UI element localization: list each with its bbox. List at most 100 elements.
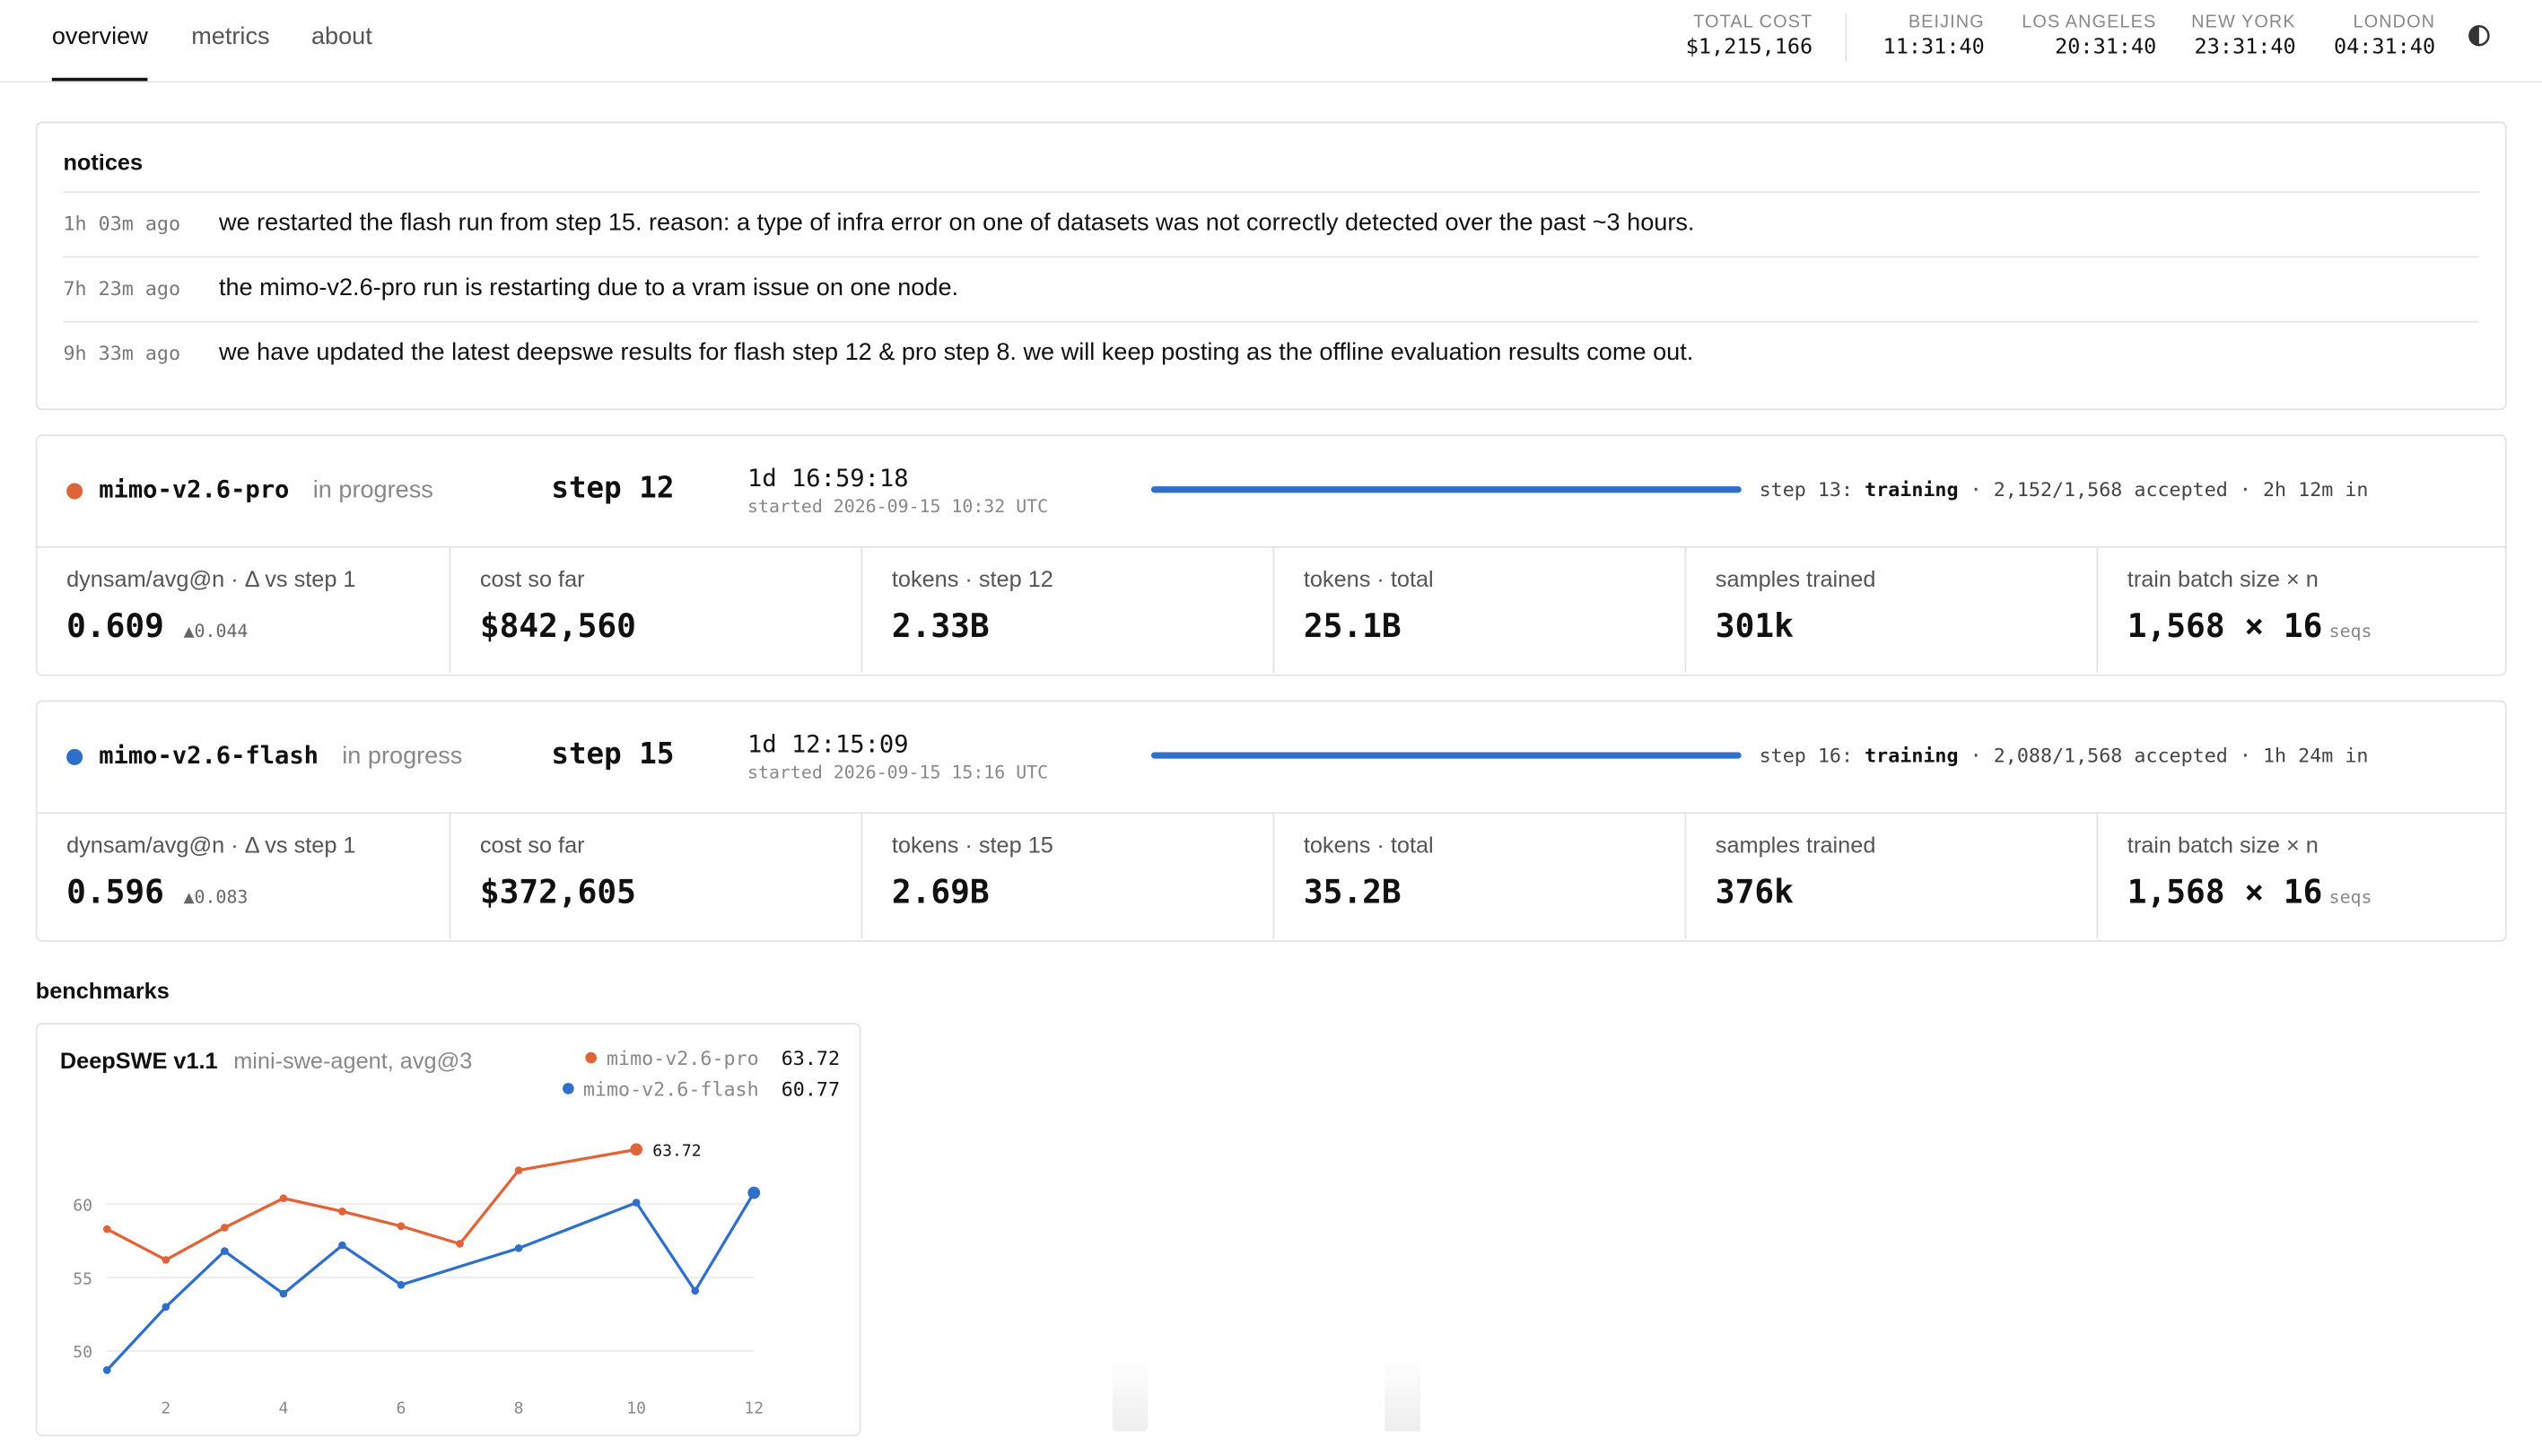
notice-message: the mimo-v2.6-pro run is restarting due …	[218, 274, 959, 302]
x-tick-label: 4	[278, 1399, 288, 1418]
blurred-element	[1385, 1356, 1420, 1432]
tab-about[interactable]: about	[311, 0, 372, 80]
data-point	[338, 1241, 346, 1250]
benchmarks-title: benchmarks	[35, 977, 170, 1004]
clock-value: 04:31:40	[2333, 35, 2436, 60]
metric-value: 35.2B	[1303, 872, 1402, 911]
metric-value: 25.1B	[1303, 606, 1402, 646]
benchmark-card-deepswe: DeepSWE v1.1 mini-swe-agent, avg@3 mimo-…	[35, 1023, 861, 1437]
data-point	[747, 1186, 761, 1199]
metric-label: train batch size × n	[2127, 831, 2319, 858]
run-metrics: dynsam/avg@n · Δ vs step 1 0.596 ▲0.083 c…	[38, 812, 2506, 939]
metric-label: dynsam/avg@n · Δ vs step 1	[66, 831, 356, 858]
data-point	[279, 1194, 288, 1202]
metric-value: $842,560	[479, 606, 636, 646]
half-circle-icon[interactable]	[2468, 24, 2490, 47]
run-started: started 2026-09-15 15:16 UTC	[747, 762, 1049, 783]
clock-value: 11:31:40	[1882, 35, 1985, 60]
metric-label: tokens · total	[1303, 565, 1434, 592]
run-card-pro: mimo-v2.6-pro in progress step 12 1d 16:…	[35, 434, 2507, 676]
run-progress-bar	[1150, 486, 1742, 493]
metric-value: 376k	[1715, 872, 1794, 911]
run-elapsed: 1d 16:59:18	[747, 463, 909, 493]
data-point	[338, 1208, 346, 1216]
clock-label: LOS ANGELES	[2022, 13, 2157, 33]
clock-beijing: BEIJING 11:31:40	[1883, 13, 1985, 61]
clock-value: 23:31:40	[2194, 35, 2296, 60]
data-point	[691, 1286, 700, 1295]
metric-samples: samples trained 376k	[1684, 812, 2098, 939]
data-point	[279, 1289, 288, 1298]
metric-tokens-total: tokens · total 25.1B	[1272, 545, 1686, 673]
data-point	[456, 1240, 464, 1248]
metric-label: train batch size × n	[2127, 565, 2319, 592]
tab-overview[interactable]: overview	[51, 0, 148, 82]
blurred-element	[1112, 1356, 1149, 1432]
x-tick-label: 12	[744, 1399, 764, 1418]
metric-tokens-step: tokens · step 12 2.33B	[860, 545, 1275, 673]
notice-time: 7h 23m ago	[63, 276, 181, 301]
clock-london: LONDON 04:31:40	[2334, 13, 2435, 61]
y-tick-label: 60	[73, 1196, 92, 1215]
x-tick-label: 2	[161, 1399, 170, 1418]
run-name: mimo-v2.6-flash	[99, 740, 319, 771]
notice-time: 1h 03m ago	[63, 212, 181, 236]
x-tick-label: 8	[514, 1399, 524, 1418]
status-dot-icon	[66, 483, 83, 500]
data-point	[632, 1199, 641, 1207]
notice-message: we restarted the flash run from step 15.…	[218, 209, 1695, 237]
metric-batch-size: train batch size × n 1,568 × 16 seqs	[2096, 545, 2506, 673]
metric-batch-size: train batch size × n 1,568 × 16 seqs	[2096, 812, 2506, 939]
header-divider	[1845, 13, 1848, 62]
metric-dynsam: dynsam/avg@n · Δ vs step 1 0.596 ▲0.083	[38, 812, 450, 938]
run-status: step 16: training · 2,088/1,568 accepted…	[1759, 744, 2369, 767]
run-header: mimo-v2.6-pro in progress step 12 1d 16:…	[37, 436, 2505, 548]
notice-time: 9h 33m ago	[63, 342, 181, 365]
metric-value: 301k	[1715, 606, 1794, 646]
metric-value: 0.609 ▲0.044	[66, 606, 249, 646]
deepswe-line-chart: 50 55 60 2 4 6 8 10 12 63.72	[73, 1142, 764, 1418]
data-point	[162, 1256, 170, 1264]
metric-value: 1,568 × 16 seqs	[2127, 872, 2372, 911]
metric-cost: cost so far $372,605	[449, 812, 863, 939]
run-started: started 2026-09-15 10:32 UTC	[747, 495, 1049, 518]
data-point	[221, 1247, 229, 1255]
x-tick-label: 10	[626, 1399, 646, 1418]
run-step: step 12	[551, 471, 675, 506]
top-bar: overview metrics about TOTAL COST $1,215…	[0, 0, 2542, 83]
run-state: in progress	[312, 476, 433, 504]
data-point	[514, 1166, 523, 1174]
run-header: mimo-v2.6-flash in progress step 15 1d 1…	[37, 702, 2505, 815]
metric-cost: cost so far $842,560	[449, 545, 863, 673]
clock-value: 20:31:40	[2055, 35, 2157, 60]
clock-label: BEIJING	[1908, 13, 1985, 33]
metric-label: tokens · total	[1303, 831, 1434, 858]
clock-label: LONDON	[2353, 13, 2436, 33]
notices-card: notices 1h 03m ago we restarted the flas…	[35, 121, 2507, 411]
data-point	[102, 1365, 111, 1374]
metric-tokens-step: tokens · step 15 2.69B	[860, 812, 1275, 939]
metric-label: tokens · step 12	[891, 565, 1053, 592]
metric-value: 0.596 ▲0.083	[66, 872, 249, 911]
total-cost-value: $1,215,166	[1685, 35, 1813, 60]
metric-label: cost so far	[479, 565, 585, 592]
data-point	[221, 1224, 229, 1232]
x-tick-label: 6	[397, 1399, 406, 1418]
metric-value: $372,605	[479, 872, 636, 911]
tab-metrics[interactable]: metrics	[191, 0, 269, 80]
total-cost-stat: TOTAL COST $1,215,166	[1686, 13, 1813, 61]
metric-label: samples trained	[1715, 565, 1876, 592]
y-tick-label: 50	[73, 1343, 92, 1362]
data-point	[630, 1143, 643, 1156]
run-step: step 15	[551, 737, 675, 772]
run-name: mimo-v2.6-pro	[99, 475, 290, 504]
metric-samples: samples trained 301k	[1684, 545, 2098, 673]
notice-item: 9h 33m ago we have updated the latest de…	[63, 320, 2479, 388]
run-metrics: dynsam/avg@n · Δ vs step 1 0.609 ▲0.044 c…	[38, 545, 2506, 673]
data-point	[162, 1303, 170, 1312]
data-point	[397, 1222, 406, 1231]
total-cost-label: TOTAL COST	[1693, 13, 1813, 33]
clock-los-angeles: LOS ANGELES 20:31:40	[2022, 13, 2156, 61]
metric-value: 2.33B	[891, 606, 990, 646]
run-progress-bar	[1150, 752, 1742, 759]
